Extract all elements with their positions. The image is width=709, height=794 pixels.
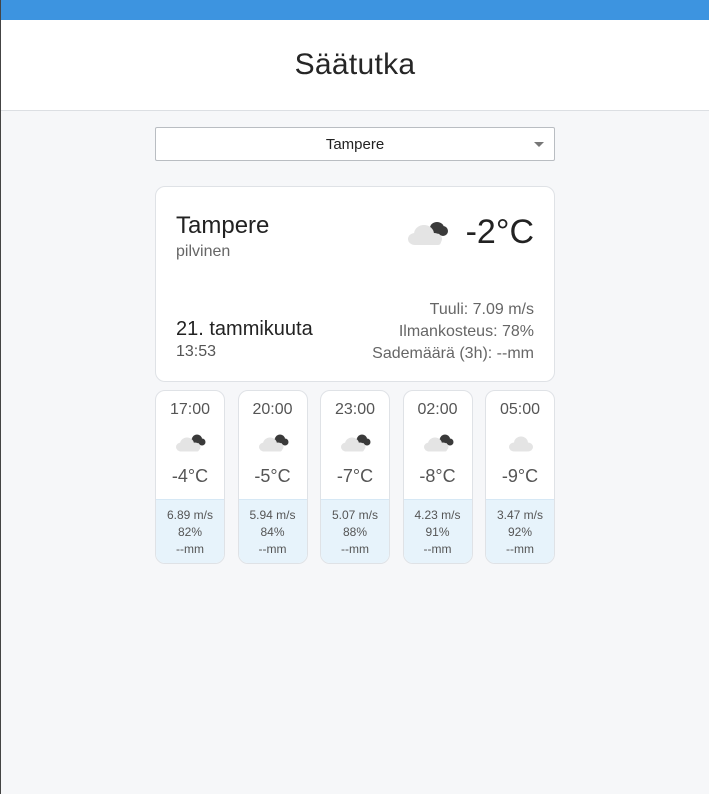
current-temperature: -2°C xyxy=(465,213,534,251)
forecast-card: 17:00 -4°C 6.89 m/s 82% --mm xyxy=(155,390,225,564)
forecast-details: 5.94 m/s 84% --mm xyxy=(238,499,307,563)
main-content: Tampere Tampere pilvinen -2°C 21. tammik… xyxy=(155,127,555,564)
forecast-rain: --mm xyxy=(423,542,452,556)
current-weather-card: Tampere pilvinen -2°C 21. tammikuuta 13:… xyxy=(155,186,555,382)
cloud-icon xyxy=(509,436,533,452)
forecast-temperature: -7°C xyxy=(336,466,374,486)
forecast-humidity: 82% xyxy=(177,525,203,539)
forecast-temperature: -5°C xyxy=(254,466,291,486)
forecast-card: 02:00 -8°C 4.23 m/s 91% --mm xyxy=(402,390,473,564)
forecast-temperature: -8°C xyxy=(419,466,456,486)
forecast-list: 17:00 -4°C 6.89 m/s 82% --mm 20:00 -5°C … xyxy=(155,390,555,564)
forecast-temperature: -9°C xyxy=(501,466,539,486)
forecast-wind: 5.07 m/s xyxy=(331,508,379,522)
forecast-details: 4.23 m/s 91% --mm xyxy=(403,499,472,563)
broken-clouds-icon xyxy=(258,434,288,452)
forecast-details: 3.47 m/s 92% --mm xyxy=(486,499,554,563)
forecast-humidity: 88% xyxy=(342,525,368,539)
top-accent-bar xyxy=(1,0,709,20)
broken-clouds-icon xyxy=(341,434,371,452)
forecast-humidity: 92% xyxy=(507,525,533,539)
forecast-time: 20:00 xyxy=(252,401,293,418)
forecast-details: 6.89 m/s 82% --mm xyxy=(156,499,224,563)
forecast-humidity: 91% xyxy=(425,525,450,539)
forecast-wind: 5.94 m/s xyxy=(249,508,296,522)
forecast-time: 05:00 xyxy=(499,401,541,418)
precipitation: Sademäärä (3h): --mm xyxy=(372,345,534,362)
broken-clouds-icon xyxy=(408,222,448,245)
broken-clouds-icon xyxy=(423,434,453,452)
humidity: Ilmankosteus: 78% xyxy=(398,323,534,340)
forecast-card: 23:00 -7°C 5.07 m/s 88% --mm xyxy=(320,390,390,564)
forecast-rain: --mm xyxy=(506,542,534,556)
wind-speed: Tuuli: 7.09 m/s xyxy=(429,301,534,318)
forecast-wind: 4.23 m/s xyxy=(414,508,461,522)
weather-stats: Tuuli: 7.09 m/s Ilmankosteus: 78% Sademä… xyxy=(372,299,534,365)
forecast-rain: --mm xyxy=(176,542,204,556)
current-time: 13:53 xyxy=(176,343,217,360)
current-date: 21. tammikuuta xyxy=(176,318,313,340)
forecast-wind: 6.89 m/s xyxy=(166,508,214,522)
forecast-rain: --mm xyxy=(258,542,287,556)
broken-clouds-icon xyxy=(176,434,206,452)
forecast-time: 17:00 xyxy=(169,401,211,418)
city-select-value: Tampere xyxy=(325,135,385,153)
forecast-temperature: -4°C xyxy=(171,466,209,486)
weather-description: pilvinen xyxy=(176,243,231,260)
forecast-time: 23:00 xyxy=(334,401,376,418)
app-header: Säätutka xyxy=(1,20,709,111)
forecast-card: 20:00 -5°C 5.94 m/s 84% --mm xyxy=(237,390,308,564)
city-select[interactable]: Tampere xyxy=(155,127,555,161)
forecast-rain: --mm xyxy=(341,542,369,556)
forecast-humidity: 84% xyxy=(260,525,285,539)
app-title: Säätutka xyxy=(294,48,416,81)
current-city: Tampere xyxy=(176,212,270,239)
forecast-details: 5.07 m/s 88% --mm xyxy=(321,499,389,563)
forecast-card: 05:00 -9°C 3.47 m/s 92% --mm xyxy=(485,390,555,564)
forecast-time: 02:00 xyxy=(417,401,458,418)
forecast-wind: 3.47 m/s xyxy=(496,508,544,522)
chevron-down-icon xyxy=(534,142,544,147)
